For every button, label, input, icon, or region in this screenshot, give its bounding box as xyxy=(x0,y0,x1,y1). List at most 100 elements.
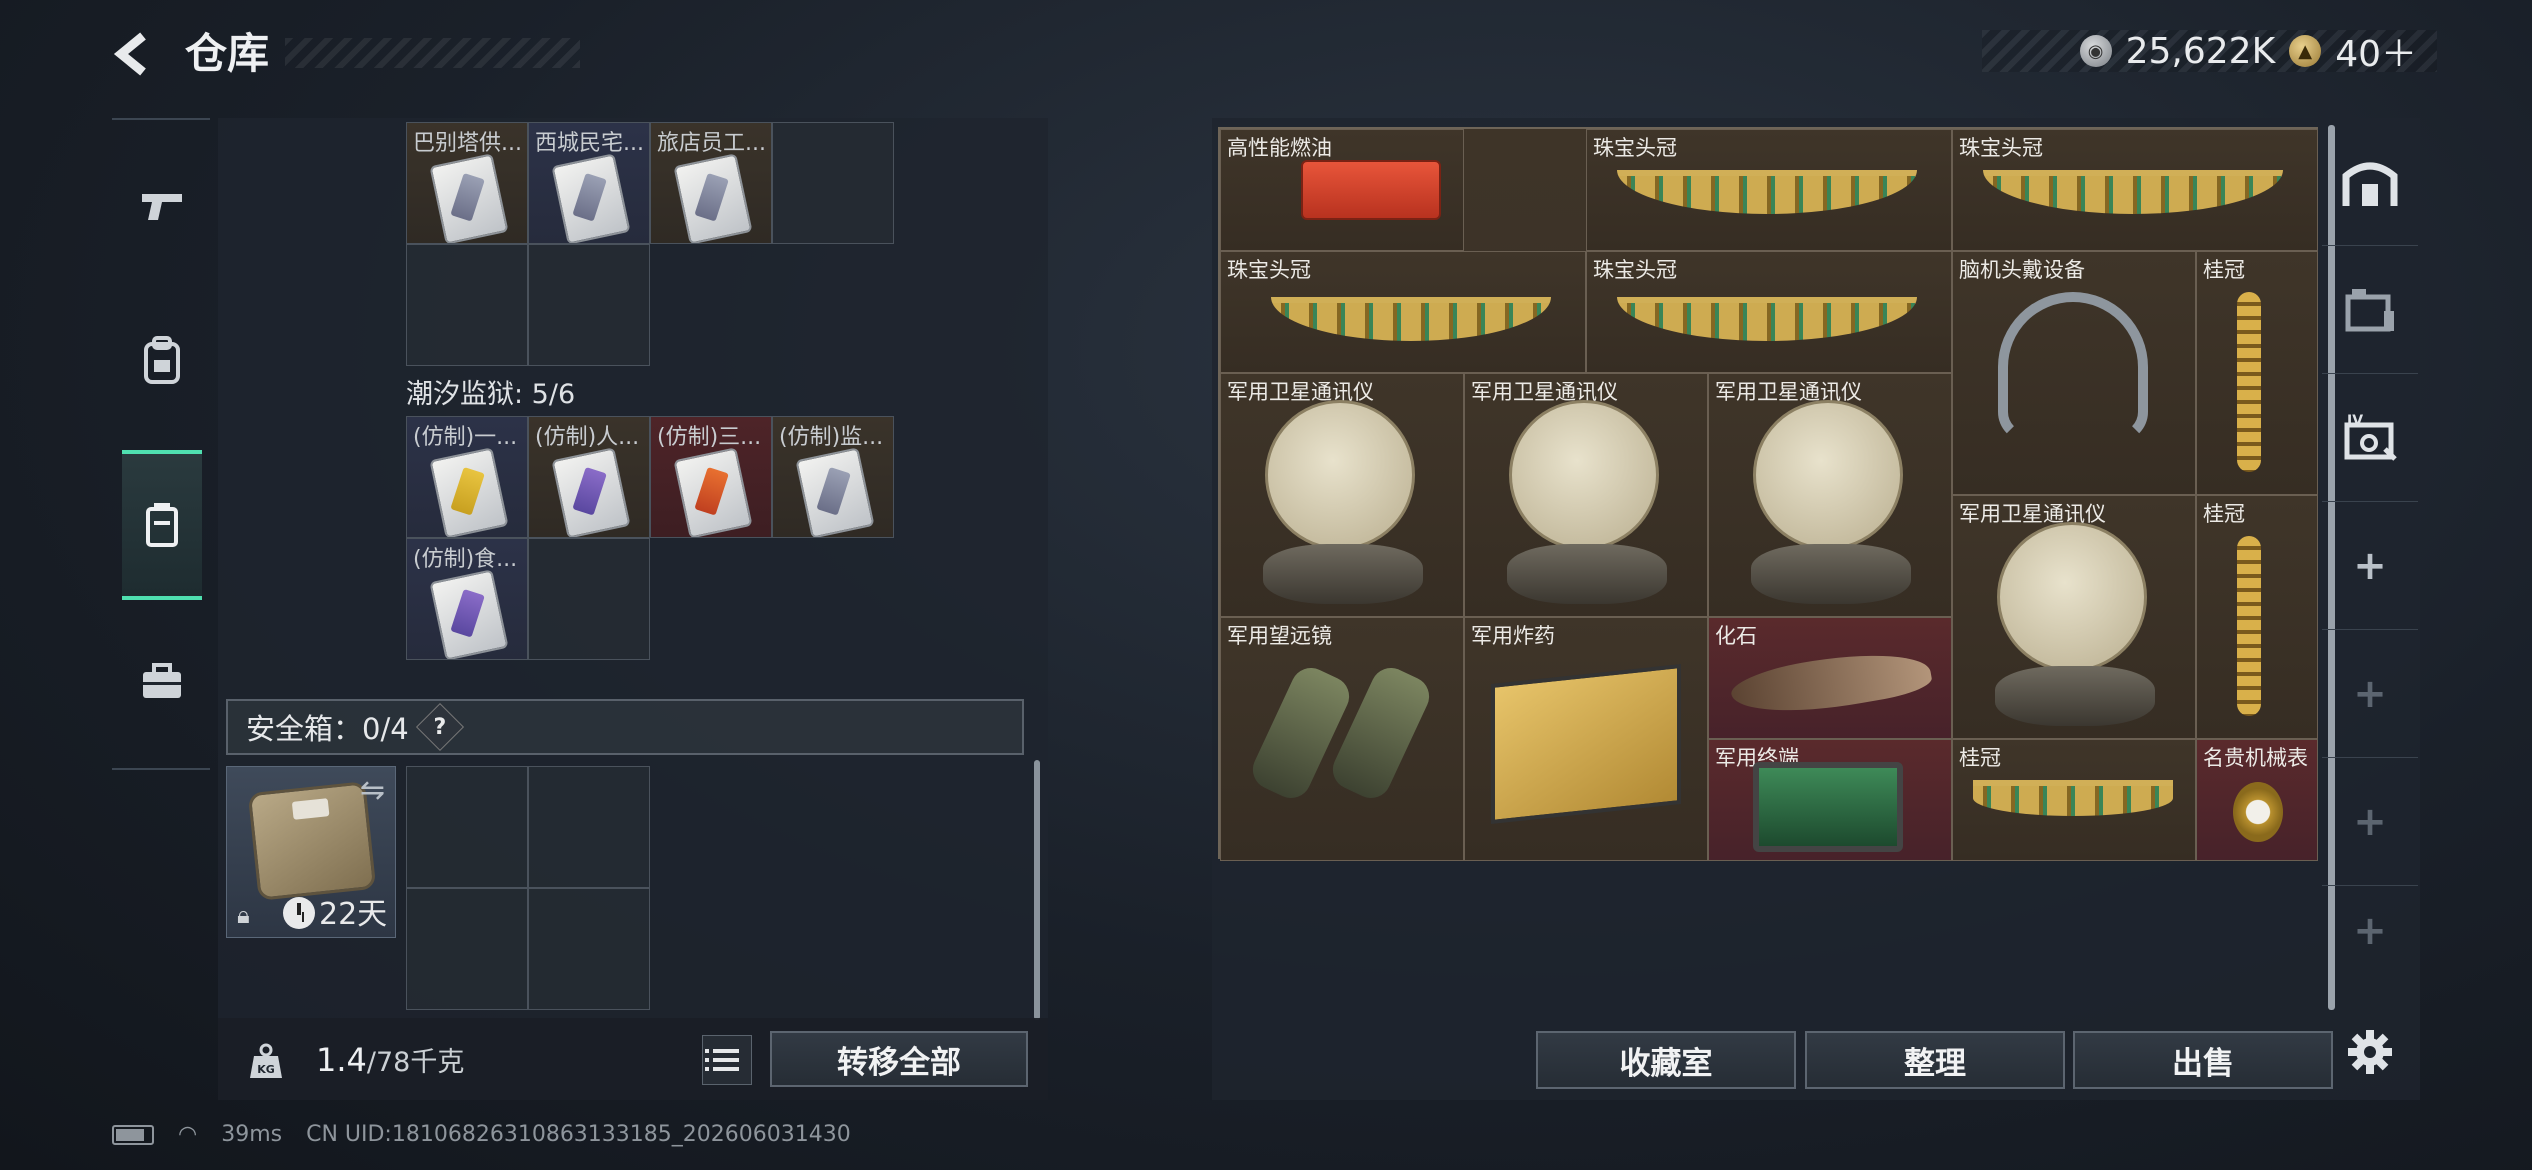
empty-slot[interactable] xyxy=(528,888,650,1010)
inventory-item[interactable]: 西城民宅... xyxy=(528,122,650,244)
sort-button[interactable]: 整理 xyxy=(1805,1031,2065,1089)
back-arrow-icon xyxy=(113,32,146,76)
weight-limit: /78千克 xyxy=(366,1047,465,1078)
stash-item[interactable]: 军用终端 xyxy=(1708,739,1952,861)
item-label: 桂冠 xyxy=(2203,502,2245,526)
tiara-icon xyxy=(1617,170,1917,214)
item-label: 高性能燃油 xyxy=(1227,136,1332,160)
container-grid-prison: (仿制)一... (仿制)人... (仿制)三... (仿制)监... (仿制)… xyxy=(406,416,894,660)
list-icon xyxy=(705,1067,739,1071)
stash-item[interactable]: 桂冠 xyxy=(2196,495,2318,739)
stash-item[interactable]: 珠宝头冠 xyxy=(1220,251,1586,373)
satellite-base xyxy=(1995,666,2155,726)
safe-box-grid xyxy=(406,766,650,1010)
help-icon[interactable]: ? xyxy=(415,702,464,752)
plus-icon: + xyxy=(2353,542,2387,589)
gold-amount[interactable]: 40＋ xyxy=(2335,25,2417,77)
back-button[interactable] xyxy=(108,26,158,82)
add-container-button[interactable]: + xyxy=(2322,502,2418,630)
tab-storage[interactable] xyxy=(122,450,202,600)
toolbox-icon xyxy=(143,663,181,698)
satellite-base xyxy=(1263,544,1423,604)
plus-icon: + xyxy=(2353,908,2387,954)
stash-item[interactable]: 军用望远镜 xyxy=(1220,617,1464,861)
satellite-dish-icon xyxy=(1509,400,1659,550)
keycard-icon xyxy=(795,447,875,537)
container-tab-1[interactable] xyxy=(2322,118,2418,246)
item-label: 军用炸药 xyxy=(1471,624,1555,648)
inventory-item[interactable]: 巴别塔供... xyxy=(406,122,528,244)
inventory-item[interactable]: (仿制)食... xyxy=(406,538,528,660)
stash-item[interactable]: 军用卫星通讯仪 xyxy=(1952,495,2196,739)
empty-slot[interactable] xyxy=(528,766,650,888)
currency-bar: ◉ 25,622K ▲ 40＋ xyxy=(1982,30,2437,75)
stash-item[interactable]: 脑机头戴设备 xyxy=(1952,251,2196,495)
stash-item[interactable]: 珠宝头冠 xyxy=(1952,129,2318,251)
add-container-button[interactable]: + xyxy=(2322,886,2418,976)
clock-icon xyxy=(283,897,315,929)
inventory-item[interactable]: (仿制)人... xyxy=(528,416,650,538)
left-scrollbar[interactable] xyxy=(1034,760,1040,1020)
watch-icon xyxy=(2233,782,2283,842)
stash-item[interactable]: 高性能燃油 xyxy=(1220,129,1464,251)
item-label: 桂冠 xyxy=(1959,746,2001,770)
satellite-base xyxy=(1507,544,1667,604)
inventory-item[interactable]: (仿制)一... xyxy=(406,416,528,538)
empty-slot[interactable] xyxy=(406,244,528,366)
empty-slot[interactable] xyxy=(772,122,894,244)
gold-icon: ▲ xyxy=(2289,35,2322,67)
empty-slot[interactable] xyxy=(528,244,650,366)
ping-readout: 39ms xyxy=(221,1122,283,1147)
keycard-icon xyxy=(429,447,509,537)
empty-slot[interactable] xyxy=(406,888,528,1010)
stash-item[interactable]: 军用卫星通讯仪 xyxy=(1464,373,1708,617)
list-view-button[interactable] xyxy=(702,1035,752,1085)
keycard-icon xyxy=(429,153,509,243)
item-label: 珠宝头冠 xyxy=(1593,258,1677,282)
inventory-item[interactable]: (仿制)三... xyxy=(650,416,772,538)
item-label: 脑机头戴设备 xyxy=(1959,258,2085,282)
laurel-icon xyxy=(2237,292,2261,472)
stash-item[interactable]: 名贵机械表 xyxy=(2196,739,2318,861)
stash-item[interactable]: 珠宝头冠 xyxy=(1586,251,1952,373)
stash-item[interactable]: 桂冠 xyxy=(2196,251,2318,495)
page-title: 仓库 xyxy=(185,29,270,78)
headset-icon xyxy=(1998,292,2148,442)
empty-slot[interactable] xyxy=(406,766,528,888)
list-icon xyxy=(705,1058,739,1062)
sell-button[interactable]: 出售 xyxy=(2073,1031,2333,1089)
transfer-all-button[interactable]: 转移全部 xyxy=(770,1031,1028,1087)
stash-item[interactable]: 军用卫星通讯仪 xyxy=(1708,373,1952,617)
container-tab-3[interactable]: IV xyxy=(2322,374,2418,502)
backpack-icon xyxy=(144,336,180,384)
tiara-icon xyxy=(1617,297,1917,341)
inventory-item[interactable]: 旅店员工... xyxy=(650,122,772,244)
stash-item[interactable]: 军用炸药 xyxy=(1464,617,1708,861)
stash-item[interactable]: 珠宝头冠 xyxy=(1586,129,1952,251)
item-label: 桂冠 xyxy=(2203,258,2245,282)
satellite-dish-icon xyxy=(1997,522,2147,672)
settings-button[interactable] xyxy=(2322,988,2418,1116)
add-container-button[interactable]: + xyxy=(2322,630,2418,758)
stash-grid: 高性能燃油 珠宝头冠 珠宝头冠 珠宝头冠 珠宝头冠 脑机头戴设备 桂冠 军用卫星… xyxy=(1218,127,2318,861)
stash-item[interactable]: 桂冠 xyxy=(1952,739,2196,861)
stash-item[interactable]: 军用卫星通讯仪 xyxy=(1220,373,1464,617)
collection-room-button[interactable]: 收藏室 xyxy=(1536,1031,1796,1089)
stash-item[interactable]: 化石 xyxy=(1708,617,1952,739)
keycard-icon xyxy=(673,447,753,537)
empty-slot[interactable] xyxy=(528,538,650,660)
container-tab-2[interactable] xyxy=(2322,246,2418,374)
laurel-icon xyxy=(2237,536,2261,716)
tab-weapons[interactable] xyxy=(122,166,202,246)
safe-box-header: 安全箱：0/4 ? xyxy=(226,699,1024,755)
item-label: 珠宝头冠 xyxy=(1227,258,1311,282)
inventory-item[interactable]: (仿制)监... xyxy=(772,416,894,538)
add-container-button[interactable]: + xyxy=(2322,758,2418,886)
laurel-icon xyxy=(1973,780,2173,816)
swap-icon[interactable]: ⇋ xyxy=(360,773,385,808)
tab-gear[interactable] xyxy=(122,320,202,400)
safe-box-slot[interactable]: ⇋ 🔒︎ 22天 xyxy=(226,766,396,938)
title-decoration xyxy=(285,38,580,68)
wifi-icon: ◠ xyxy=(178,1122,198,1147)
tab-supplies[interactable] xyxy=(122,642,202,722)
